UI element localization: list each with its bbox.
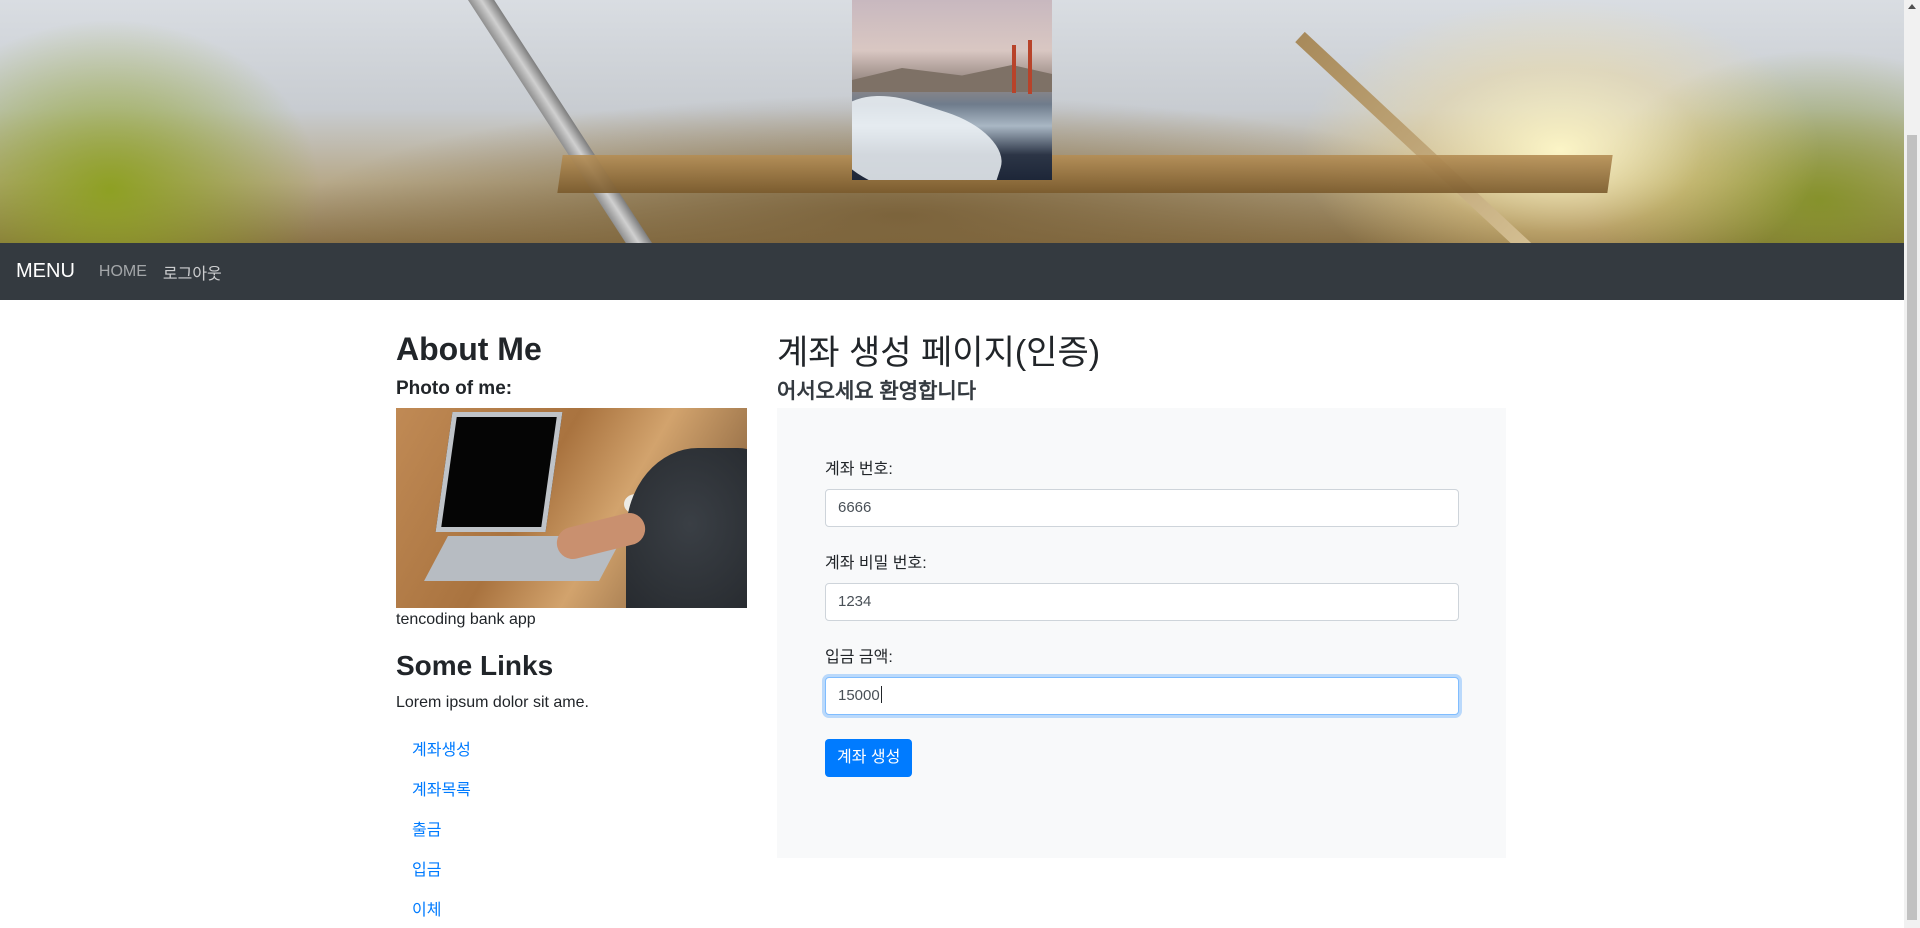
sidebar-item: 계좌목록 xyxy=(412,776,471,816)
hero-boat-graphic xyxy=(557,155,1613,193)
form-group-account-number: 계좌 번호: 6666 xyxy=(825,455,1459,527)
top-navbar: MENU HOME 로그아웃 xyxy=(0,243,1904,300)
sidebar-link-account-list[interactable]: 계좌목록 xyxy=(412,782,471,799)
photo-caption: tencoding bank app xyxy=(396,611,536,628)
account-password-input[interactable]: 1234 xyxy=(825,583,1459,621)
deposit-amount-label: 입금 금액: xyxy=(825,649,893,666)
scroll-up-arrow-icon[interactable] xyxy=(1908,4,1916,9)
hero-boat-rim-graphic xyxy=(1295,31,1612,243)
create-account-button[interactable]: 계좌 생성 xyxy=(825,739,913,777)
profile-photo xyxy=(396,408,747,608)
hero-paddle-graphic xyxy=(455,0,654,243)
sidebar-link-withdraw[interactable]: 출금 xyxy=(412,822,441,839)
some-links-description: Lorem ipsum dolor sit ame. xyxy=(396,694,589,711)
hero-banner xyxy=(0,0,1904,243)
sidebar-link-list: 계좌생성 계좌목록 출금 입금 이체 xyxy=(412,736,471,928)
sidebar-link-transfer[interactable]: 이체 xyxy=(412,902,441,919)
text-caret xyxy=(880,686,882,703)
photo-wave-foam xyxy=(852,80,1012,180)
some-links-heading: Some Links xyxy=(396,650,554,681)
sidebar-item: 입금 xyxy=(412,856,471,896)
about-me-heading: About Me xyxy=(396,331,542,367)
page-scrollbar[interactable] xyxy=(1904,0,1920,928)
page-subtitle: 어서오세요 환영합니다 xyxy=(777,380,977,403)
account-number-label: 계좌 번호: xyxy=(825,461,893,478)
bridge-beach-photo xyxy=(852,0,1052,180)
photo-laptop-screen xyxy=(435,412,563,532)
account-password-label: 계좌 비밀 번호: xyxy=(825,555,927,572)
nav-link-home[interactable]: HOME xyxy=(99,263,147,281)
photo-hills xyxy=(852,65,1052,92)
form-group-deposit-amount: 입금 금액: 15000 xyxy=(825,643,1459,715)
deposit-amount-input[interactable]: 15000 xyxy=(825,677,1459,715)
nav-link-logout[interactable]: 로그아웃 xyxy=(163,260,222,284)
navbar-brand[interactable]: MENU xyxy=(16,260,75,283)
photo-label: Photo of me: xyxy=(396,378,513,399)
account-number-input[interactable]: 6666 xyxy=(825,489,1459,527)
form-group-account-password: 계좌 비밀 번호: 1234 xyxy=(825,549,1459,621)
account-create-form: 계좌 번호: 6666 계좌 비밀 번호: 1234 입금 금액: 15000 … xyxy=(777,408,1506,858)
photo-bridge-tower xyxy=(1028,40,1032,94)
sidebar-item: 계좌생성 xyxy=(412,736,471,776)
sidebar-item: 출금 xyxy=(412,816,471,856)
sidebar-link-create-account[interactable]: 계좌생성 xyxy=(412,742,471,759)
page-title: 계좌 생성 페이지(인증) xyxy=(777,334,1101,372)
deposit-amount-value: 15000 xyxy=(838,687,880,704)
sidebar-link-deposit[interactable]: 입금 xyxy=(412,862,441,879)
scrollbar-thumb[interactable] xyxy=(1907,135,1917,920)
sidebar-item: 이체 xyxy=(412,896,471,928)
photo-bridge-tower xyxy=(1012,45,1016,93)
